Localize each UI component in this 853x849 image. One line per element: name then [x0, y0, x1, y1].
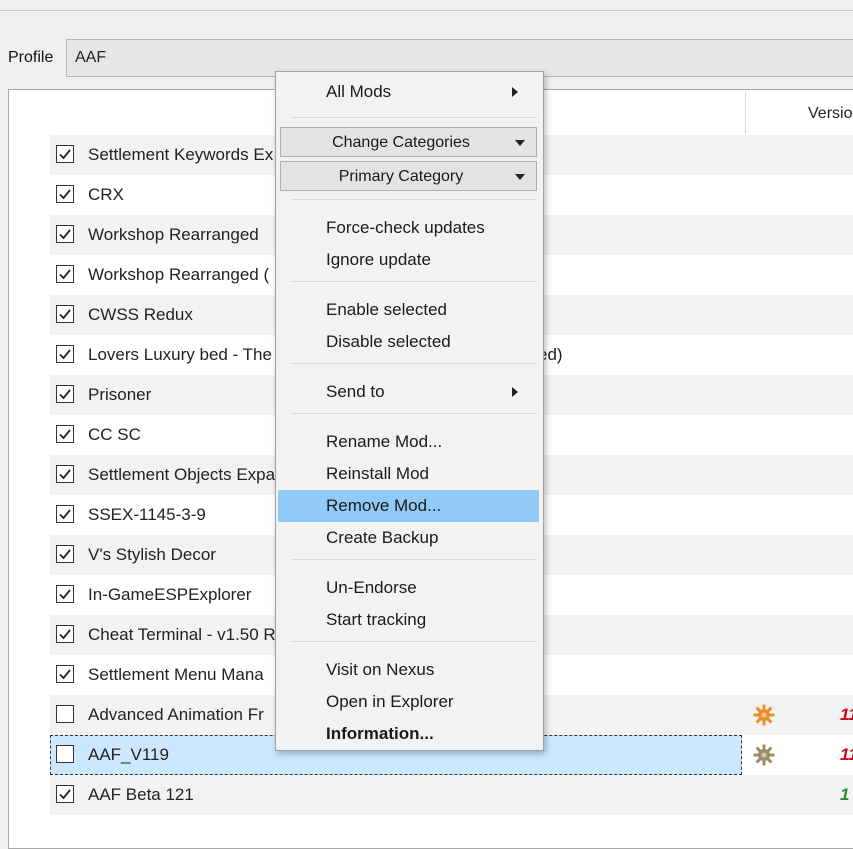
menu-item-reinstall-mod[interactable]: Reinstall Mod: [276, 458, 543, 490]
profile-select-value: AAF: [75, 49, 107, 66]
menu-item-rename-mod[interactable]: Rename Mod...: [276, 426, 543, 458]
mod-name: V's Stylish Decor: [88, 545, 216, 564]
menu-item-ignore-update[interactable]: Ignore update: [276, 244, 543, 276]
enable-checkbox[interactable]: [56, 545, 74, 563]
submenu-arrow-icon: [512, 87, 518, 97]
enable-checkbox[interactable]: [56, 585, 74, 603]
menu-item-force-check-updates[interactable]: Force-check updates: [276, 212, 543, 244]
version-column-label: Versio: [808, 105, 853, 122]
mod-version: 11: [840, 745, 853, 764]
menu-item-open-in-explorer[interactable]: Open in Explorer: [276, 686, 543, 718]
menu-separator: [291, 363, 537, 364]
menu-separator: [291, 413, 537, 414]
mod-name: Lovers Luxury bed - The: [88, 345, 272, 364]
menu-separator: [291, 641, 537, 642]
mod-name: Cheat Terminal - v1.50 R: [88, 625, 276, 644]
submenu-arrow-icon: [512, 387, 518, 397]
menu-separator: [291, 281, 537, 282]
enable-checkbox[interactable]: [56, 465, 74, 483]
menu-item-create-backup[interactable]: Create Backup: [276, 522, 543, 554]
mod-name: Settlement Objects Expa: [88, 465, 276, 484]
menu-item-all-mods[interactable]: All Mods: [276, 76, 543, 108]
mod-name: Settlement Keywords Ex: [88, 145, 274, 164]
enable-checkbox[interactable]: [56, 265, 74, 283]
gear-icon: [752, 703, 776, 732]
mod-name: AAF Beta 121: [88, 785, 194, 804]
menu-item-un-endorse[interactable]: Un-Endorse: [276, 572, 543, 604]
enable-checkbox[interactable]: [56, 305, 74, 323]
chevron-down-icon: [515, 140, 525, 146]
menu-item-information[interactable]: Information...: [276, 718, 543, 750]
menu-item-send-to[interactable]: Send to: [276, 376, 543, 408]
enable-checkbox[interactable]: [56, 225, 74, 243]
mod-version: 11: [840, 705, 853, 724]
enable-checkbox[interactable]: [56, 665, 74, 683]
context-menu: All Mods Change Categories Primary Categ…: [275, 71, 544, 751]
enable-checkbox[interactable]: [56, 145, 74, 163]
change-categories-dropdown[interactable]: Change Categories: [280, 127, 537, 157]
mod-name: AAF_V119: [88, 745, 169, 764]
enable-checkbox[interactable]: [56, 705, 74, 723]
mod-name: CC SC: [88, 425, 141, 444]
menu-separator: [291, 117, 537, 118]
enable-checkbox[interactable]: [56, 745, 74, 763]
profile-label: Profile: [8, 49, 54, 66]
window-top-bar: [0, 0, 853, 11]
menu-item-disable-selected[interactable]: Disable selected: [276, 326, 543, 358]
enable-checkbox[interactable]: [56, 425, 74, 443]
mod-name: In-GameESPExplorer: [88, 585, 252, 604]
menu-item-enable-selected[interactable]: Enable selected: [276, 294, 543, 326]
menu-item-remove-mod[interactable]: Remove Mod...: [278, 490, 539, 522]
menu-item-visit-on-nexus[interactable]: Visit on Nexus: [276, 654, 543, 686]
mod-name: CRX: [88, 185, 124, 204]
mod-version: 1: [840, 785, 850, 804]
mod-name: Advanced Animation Fr: [88, 705, 264, 724]
mod-row[interactable]: AAF Beta 121 1: [50, 775, 853, 815]
enable-checkbox[interactable]: [56, 345, 74, 363]
menu-item-start-tracking[interactable]: Start tracking: [276, 604, 543, 636]
mod-name: Prisoner: [88, 385, 152, 404]
mod-name: SSEX-1145-3-9: [88, 505, 206, 524]
mod-name: Workshop Rearranged (: [88, 265, 270, 284]
version-column-header[interactable]: Versio: [745, 92, 853, 134]
menu-separator: [291, 559, 537, 560]
enable-checkbox[interactable]: [56, 185, 74, 203]
menu-separator: [291, 199, 537, 200]
primary-category-dropdown[interactable]: Primary Category: [280, 161, 537, 191]
mod-name: CWSS Redux: [88, 305, 193, 324]
enable-checkbox[interactable]: [56, 625, 74, 643]
mod-name: Settlement Menu Mana: [88, 665, 264, 684]
enable-checkbox[interactable]: [56, 385, 74, 403]
mod-name: Workshop Rearranged: [88, 225, 259, 244]
enable-checkbox[interactable]: [56, 785, 74, 803]
gear-icon: [752, 743, 776, 772]
enable-checkbox[interactable]: [56, 505, 74, 523]
chevron-down-icon: [515, 174, 525, 180]
